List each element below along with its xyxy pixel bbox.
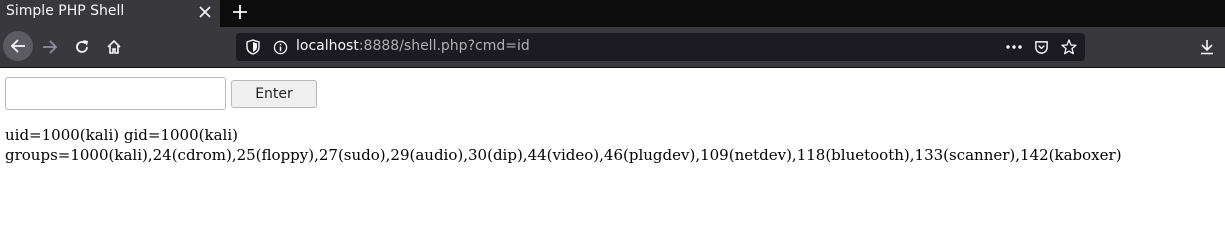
forward-arrow-icon[interactable] [35, 32, 65, 62]
download-icon[interactable] [1192, 32, 1222, 62]
url-path: :8888/shell.php?cmd=id [358, 38, 530, 54]
url-host: localhost [296, 38, 359, 54]
tab-bar: Simple PHP Shell [0, 0, 1225, 27]
new-tab-icon[interactable] [228, 0, 252, 24]
output-line-1: uid=1000(kali) gid=1000(kali) [5, 126, 238, 144]
shield-icon[interactable] [245, 39, 261, 55]
info-icon[interactable] [272, 39, 288, 55]
page-actions-icon[interactable] [1006, 39, 1022, 55]
tab-active[interactable]: Simple PHP Shell [0, 0, 220, 27]
navigation-toolbar: localhost:8888/shell.php?cmd=id [0, 27, 1225, 68]
bookmark-star-icon[interactable] [1061, 39, 1077, 55]
url-text[interactable]: localhost:8888/shell.php?cmd=id [296, 38, 530, 54]
address-bar[interactable]: localhost:8888/shell.php?cmd=id [236, 33, 1085, 61]
tab-title: Simple PHP Shell [6, 3, 125, 19]
output-line-2: groups=1000(kali),24(cdrom),25(floppy),2… [5, 146, 1122, 164]
back-arrow-icon[interactable] [3, 31, 33, 61]
pocket-icon[interactable] [1033, 39, 1049, 55]
command-input[interactable] [5, 77, 226, 110]
close-icon[interactable] [193, 1, 217, 23]
home-icon[interactable] [99, 32, 129, 62]
command-output: uid=1000(kali) gid=1000(kali) groups=100… [5, 125, 1122, 165]
reload-icon[interactable] [67, 32, 97, 62]
enter-button[interactable]: Enter [231, 80, 317, 108]
